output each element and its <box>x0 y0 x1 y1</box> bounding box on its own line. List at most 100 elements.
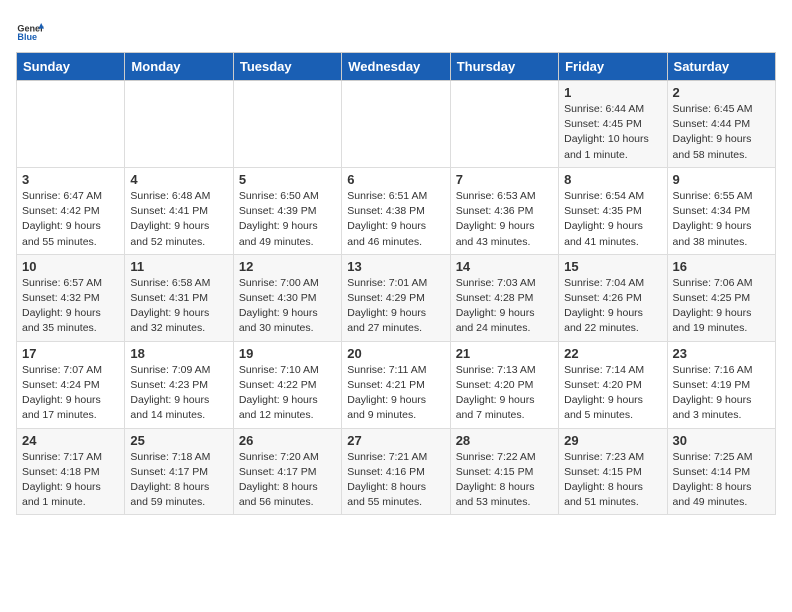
day-info: Sunrise: 7:06 AM Sunset: 4:25 PM Dayligh… <box>673 276 770 337</box>
calendar-cell <box>17 81 125 168</box>
day-number: 29 <box>564 433 661 448</box>
page-header: General Blue <box>16 16 776 44</box>
day-number: 7 <box>456 172 553 187</box>
weekday-header-cell: Thursday <box>450 53 558 81</box>
calendar-table: SundayMondayTuesdayWednesdayThursdayFrid… <box>16 52 776 515</box>
calendar-cell: 2Sunrise: 6:45 AM Sunset: 4:44 PM Daylig… <box>667 81 775 168</box>
day-info: Sunrise: 7:03 AM Sunset: 4:28 PM Dayligh… <box>456 276 553 337</box>
calendar-cell: 17 Sunrise: 7:07 AM Sunset: 4:24 PM Dayli… <box>17 341 125 428</box>
calendar-cell: 18 Sunrise: 7:09 AM Sunset: 4:23 PM Dayli… <box>125 341 233 428</box>
calendar-cell: 11 Sunrise: 6:58 AM Sunset: 4:31 PM Dayli… <box>125 254 233 341</box>
day-number: 12 <box>239 259 336 274</box>
day-info: Sunrise: 7:04 AM Sunset: 4:26 PM Dayligh… <box>564 276 661 337</box>
calendar-cell: 24 Sunrise: 7:17 AM Sunset: 4:18 PM Dayli… <box>17 428 125 515</box>
day-info: Sunrise: 7:16 AM Sunset: 4:19 PM Dayligh… <box>673 363 770 424</box>
day-number: 20 <box>347 346 444 361</box>
weekday-header-cell: Monday <box>125 53 233 81</box>
day-number: 17 <box>22 346 119 361</box>
day-info: Sunrise: 6:57 AM Sunset: 4:32 PM Dayligh… <box>22 276 119 337</box>
calendar-cell <box>233 81 341 168</box>
calendar-cell: 8 Sunrise: 6:54 AM Sunset: 4:35 PM Daylig… <box>559 167 667 254</box>
day-info: Sunrise: 7:13 AM Sunset: 4:20 PM Dayligh… <box>456 363 553 424</box>
day-number: 5 <box>239 172 336 187</box>
logo-icon: General Blue <box>16 16 44 44</box>
calendar-cell: 21 Sunrise: 7:13 AM Sunset: 4:20 PM Dayli… <box>450 341 558 428</box>
calendar-cell: 5 Sunrise: 6:50 AM Sunset: 4:39 PM Daylig… <box>233 167 341 254</box>
day-info: Sunrise: 7:18 AM Sunset: 4:17 PM Dayligh… <box>130 450 227 511</box>
calendar-cell: 1Sunrise: 6:44 AM Sunset: 4:45 PM Daylig… <box>559 81 667 168</box>
calendar-cell: 22Sunrise: 7:14 AM Sunset: 4:20 PM Dayli… <box>559 341 667 428</box>
calendar-cell: 28Sunrise: 7:22 AM Sunset: 4:15 PM Dayli… <box>450 428 558 515</box>
calendar-week-row: 10 Sunrise: 6:57 AM Sunset: 4:32 PM Dayli… <box>17 254 776 341</box>
day-info: Sunrise: 7:00 AM Sunset: 4:30 PM Dayligh… <box>239 276 336 337</box>
day-number: 18 <box>130 346 227 361</box>
day-number: 10 <box>22 259 119 274</box>
calendar-cell: 14 Sunrise: 7:03 AM Sunset: 4:28 PM Dayli… <box>450 254 558 341</box>
weekday-header-row: SundayMondayTuesdayWednesdayThursdayFrid… <box>17 53 776 81</box>
day-number: 19 <box>239 346 336 361</box>
day-number: 11 <box>130 259 227 274</box>
day-number: 26 <box>239 433 336 448</box>
day-info: Sunrise: 6:47 AM Sunset: 4:42 PM Dayligh… <box>22 189 119 250</box>
day-number: 25 <box>130 433 227 448</box>
day-number: 23 <box>673 346 770 361</box>
calendar-cell: 25 Sunrise: 7:18 AM Sunset: 4:17 PM Dayli… <box>125 428 233 515</box>
day-info: Sunrise: 7:21 AM Sunset: 4:16 PM Dayligh… <box>347 450 444 511</box>
day-number: 30 <box>673 433 770 448</box>
day-info: Sunrise: 7:07 AM Sunset: 4:24 PM Dayligh… <box>22 363 119 424</box>
day-number: 15 <box>564 259 661 274</box>
calendar-cell: 3 Sunrise: 6:47 AM Sunset: 4:42 PM Daylig… <box>17 167 125 254</box>
calendar-cell: 15 Sunrise: 7:04 AM Sunset: 4:26 PM Dayli… <box>559 254 667 341</box>
day-info: Sunrise: 6:55 AM Sunset: 4:34 PM Dayligh… <box>673 189 770 250</box>
day-number: 16 <box>673 259 770 274</box>
day-number: 4 <box>130 172 227 187</box>
day-info: Sunrise: 7:25 AM Sunset: 4:14 PM Dayligh… <box>673 450 770 511</box>
calendar-body: 1Sunrise: 6:44 AM Sunset: 4:45 PM Daylig… <box>17 81 776 515</box>
day-info: Sunrise: 7:09 AM Sunset: 4:23 PM Dayligh… <box>130 363 227 424</box>
calendar-cell: 9 Sunrise: 6:55 AM Sunset: 4:34 PM Daylig… <box>667 167 775 254</box>
calendar-cell <box>342 81 450 168</box>
weekday-header-cell: Friday <box>559 53 667 81</box>
calendar-cell: 19Sunrise: 7:10 AM Sunset: 4:22 PM Dayli… <box>233 341 341 428</box>
calendar-cell <box>125 81 233 168</box>
day-info: Sunrise: 6:54 AM Sunset: 4:35 PM Dayligh… <box>564 189 661 250</box>
weekday-header-cell: Tuesday <box>233 53 341 81</box>
weekday-header-cell: Saturday <box>667 53 775 81</box>
calendar-cell: 7Sunrise: 6:53 AM Sunset: 4:36 PM Daylig… <box>450 167 558 254</box>
day-number: 24 <box>22 433 119 448</box>
day-number: 13 <box>347 259 444 274</box>
calendar-week-row: 24 Sunrise: 7:17 AM Sunset: 4:18 PM Dayli… <box>17 428 776 515</box>
calendar-cell: 23 Sunrise: 7:16 AM Sunset: 4:19 PM Dayli… <box>667 341 775 428</box>
day-info: Sunrise: 7:17 AM Sunset: 4:18 PM Dayligh… <box>22 450 119 511</box>
day-info: Sunrise: 7:11 AM Sunset: 4:21 PM Dayligh… <box>347 363 444 424</box>
day-info: Sunrise: 7:01 AM Sunset: 4:29 PM Dayligh… <box>347 276 444 337</box>
calendar-cell: 13 Sunrise: 7:01 AM Sunset: 4:29 PM Dayli… <box>342 254 450 341</box>
calendar-cell <box>450 81 558 168</box>
calendar-cell: 30 Sunrise: 7:25 AM Sunset: 4:14 PM Dayli… <box>667 428 775 515</box>
day-number: 21 <box>456 346 553 361</box>
calendar-cell: 29 Sunrise: 7:23 AM Sunset: 4:15 PM Dayli… <box>559 428 667 515</box>
calendar-cell: 27 Sunrise: 7:21 AM Sunset: 4:16 PM Dayli… <box>342 428 450 515</box>
day-info: Sunrise: 6:58 AM Sunset: 4:31 PM Dayligh… <box>130 276 227 337</box>
calendar-week-row: 1Sunrise: 6:44 AM Sunset: 4:45 PM Daylig… <box>17 81 776 168</box>
day-info: Sunrise: 6:50 AM Sunset: 4:39 PM Dayligh… <box>239 189 336 250</box>
calendar-week-row: 17 Sunrise: 7:07 AM Sunset: 4:24 PM Dayli… <box>17 341 776 428</box>
day-number: 9 <box>673 172 770 187</box>
weekday-header-cell: Sunday <box>17 53 125 81</box>
day-info: Sunrise: 7:20 AM Sunset: 4:17 PM Dayligh… <box>239 450 336 511</box>
calendar-cell: 16 Sunrise: 7:06 AM Sunset: 4:25 PM Dayli… <box>667 254 775 341</box>
day-number: 27 <box>347 433 444 448</box>
day-info: Sunrise: 7:22 AM Sunset: 4:15 PM Dayligh… <box>456 450 553 511</box>
day-info: Sunrise: 6:51 AM Sunset: 4:38 PM Dayligh… <box>347 189 444 250</box>
calendar-cell: 26 Sunrise: 7:20 AM Sunset: 4:17 PM Dayli… <box>233 428 341 515</box>
day-number: 2 <box>673 85 770 100</box>
calendar-cell: 12 Sunrise: 7:00 AM Sunset: 4:30 PM Dayli… <box>233 254 341 341</box>
day-number: 8 <box>564 172 661 187</box>
day-info: Sunrise: 6:44 AM Sunset: 4:45 PM Dayligh… <box>564 102 661 163</box>
calendar-cell: 20 Sunrise: 7:11 AM Sunset: 4:21 PM Dayli… <box>342 341 450 428</box>
day-info: Sunrise: 7:23 AM Sunset: 4:15 PM Dayligh… <box>564 450 661 511</box>
weekday-header-cell: Wednesday <box>342 53 450 81</box>
day-number: 14 <box>456 259 553 274</box>
day-info: Sunrise: 7:14 AM Sunset: 4:20 PM Dayligh… <box>564 363 661 424</box>
day-number: 3 <box>22 172 119 187</box>
